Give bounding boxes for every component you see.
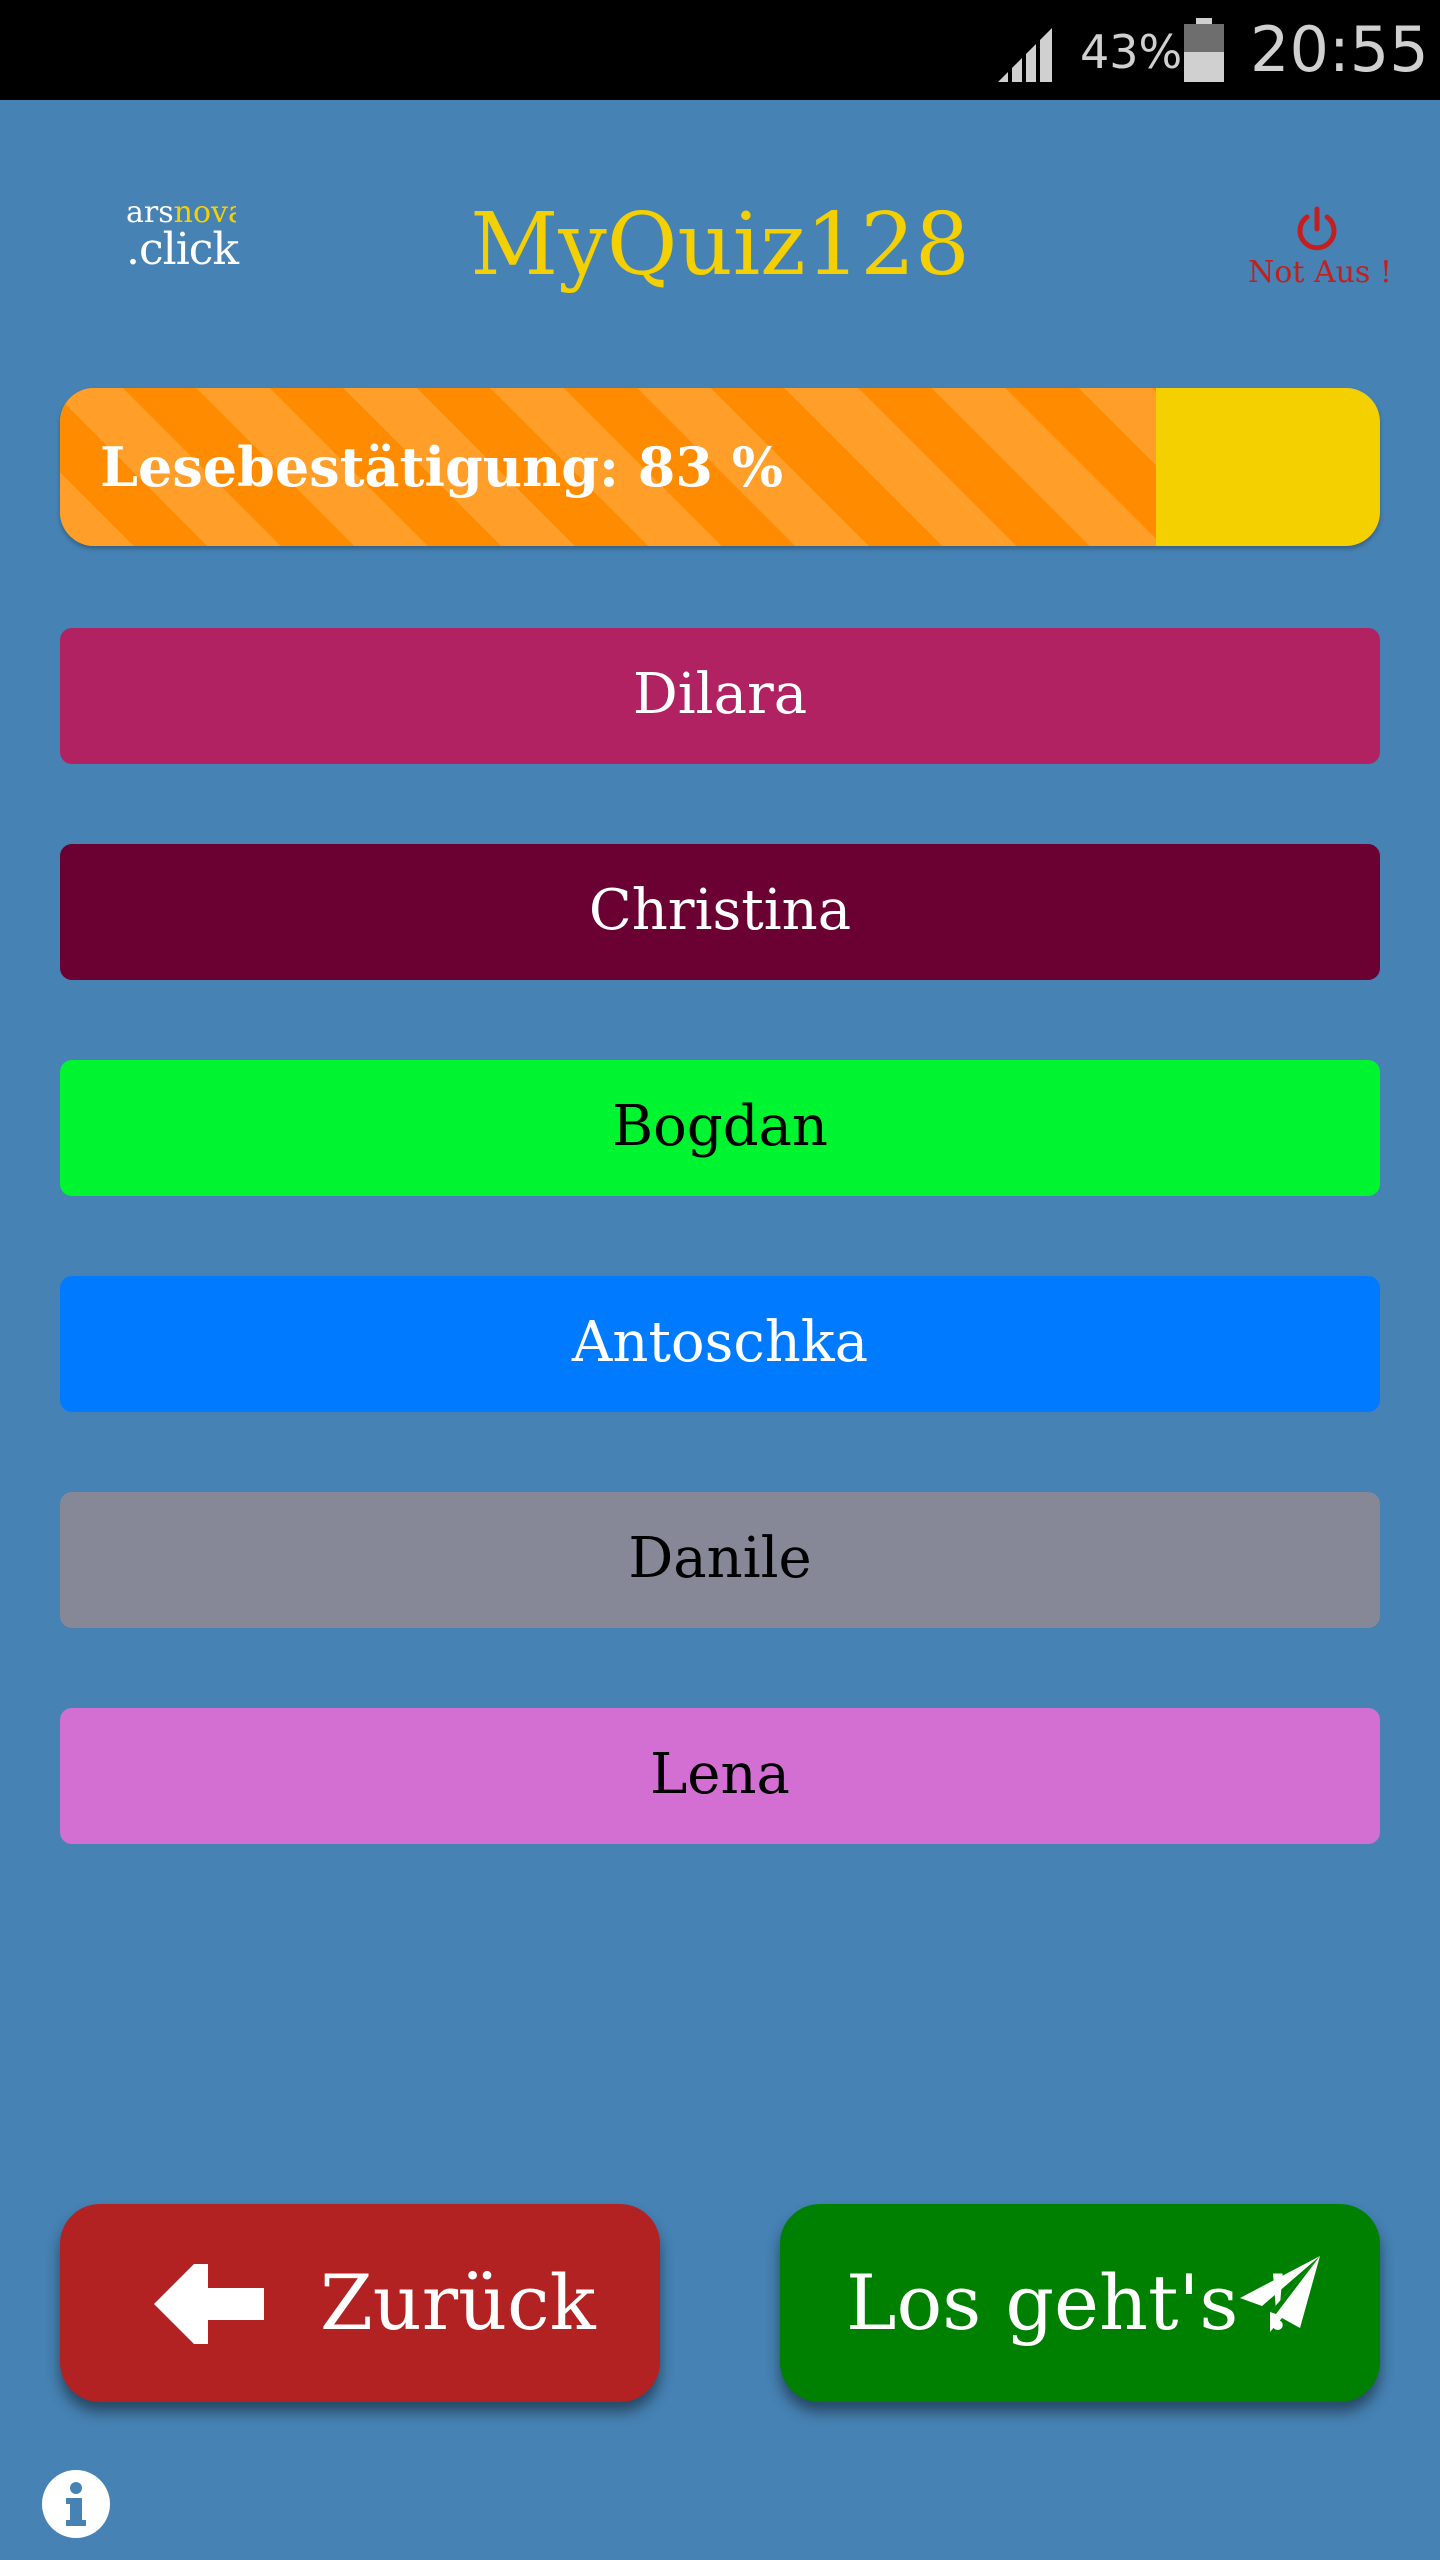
answer-button-antoschka[interactable]: Antoschka — [60, 1276, 1380, 1412]
signal-icon — [998, 28, 1052, 82]
answer-button-danile[interactable]: Danile — [60, 1492, 1380, 1628]
answer-button-christina[interactable]: Christina — [60, 844, 1380, 980]
start-button[interactable]: Los geht's ! — [780, 2204, 1380, 2402]
info-icon[interactable] — [40, 2468, 112, 2540]
answer-button-bogdan[interactable]: Bogdan — [60, 1060, 1380, 1196]
power-label: Not Aus ! — [1248, 255, 1392, 290]
back-button[interactable]: Zurück — [60, 2204, 660, 2402]
progress-label: Lesebestätigung: 83 % — [100, 435, 784, 499]
answer-button-lena[interactable]: Lena — [60, 1708, 1380, 1844]
battery-percent: 43% — [1080, 25, 1183, 79]
arrow-left-icon — [154, 2264, 264, 2344]
power-icon — [1297, 206, 1337, 251]
status-bar: 43% 20:55 — [0, 0, 1440, 100]
app-title: MyQuiz128 — [470, 195, 970, 295]
battery-icon — [1184, 18, 1224, 82]
answer-button-dilara[interactable]: Dilara — [60, 628, 1380, 764]
back-label: Zurück — [320, 2258, 596, 2347]
emergency-stop-button[interactable]: Not Aus ! — [1240, 205, 1400, 295]
clock: 20:55 — [1250, 13, 1429, 86]
paper-plane-icon — [1240, 2256, 1320, 2332]
start-label: Los geht's ! — [846, 2258, 1294, 2347]
read-confirmation-progress: Lesebestätigung: 83 % — [60, 388, 1380, 546]
